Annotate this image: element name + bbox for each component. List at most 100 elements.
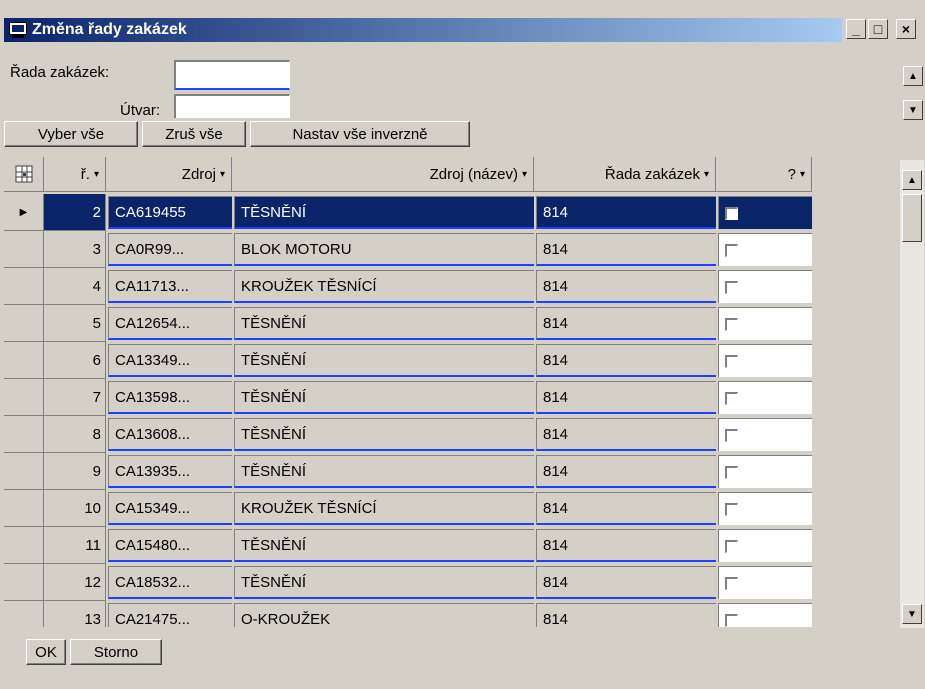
- zdroj-cell[interactable]: CA13349...: [108, 344, 232, 377]
- rada-zakazek-cell[interactable]: 814: [536, 566, 716, 599]
- maximize-button[interactable]: □: [868, 19, 888, 39]
- form-scroll-down-button[interactable]: ▼: [903, 100, 923, 120]
- select-all-button[interactable]: Vyber vše: [4, 121, 138, 147]
- rada-input[interactable]: [174, 60, 290, 90]
- rada-zakazek-cell[interactable]: 814: [536, 492, 716, 525]
- zdroj-cell[interactable]: CA13608...: [108, 418, 232, 451]
- zdroj-cell[interactable]: CA0R99...: [108, 233, 232, 266]
- row-selector[interactable]: [4, 268, 44, 305]
- table-row[interactable]: 4 CA11713... KROUŽEK TĚSNÍCÍ 814: [4, 268, 820, 305]
- flag-cell[interactable]: [718, 529, 812, 562]
- zdroj-cell[interactable]: CA15480...: [108, 529, 232, 562]
- row-checkbox[interactable]: [725, 613, 738, 627]
- zdroj-nazev-cell[interactable]: TĚSNĚNÍ: [234, 566, 534, 599]
- invert-selection-button[interactable]: Nastav vše inverzně: [250, 121, 470, 147]
- row-checkbox[interactable]: [725, 243, 738, 257]
- zdroj-nazev-cell[interactable]: KROUŽEK TĚSNÍCÍ: [234, 270, 534, 303]
- zdroj-nazev-cell[interactable]: TĚSNĚNÍ: [234, 344, 534, 377]
- column-header-zdroj-nazev[interactable]: Zdroj (název) ▾: [232, 157, 534, 192]
- zdroj-cell[interactable]: CA18532...: [108, 566, 232, 599]
- row-checkbox[interactable]: [725, 206, 738, 220]
- rada-zakazek-cell[interactable]: 814: [536, 455, 716, 488]
- minimize-button[interactable]: _: [846, 19, 866, 39]
- column-header-flag[interactable]: ? ▾: [716, 157, 812, 192]
- cancel-button[interactable]: Storno: [70, 639, 162, 665]
- flag-cell[interactable]: [718, 566, 812, 599]
- zdroj-nazev-cell[interactable]: TĚSNĚNÍ: [234, 307, 534, 340]
- form-scroll-up-button[interactable]: ▲: [903, 66, 923, 86]
- row-checkbox[interactable]: [725, 502, 738, 516]
- flag-cell[interactable]: [718, 307, 812, 340]
- rada-zakazek-cell[interactable]: 814: [536, 233, 716, 266]
- rada-zakazek-cell[interactable]: 814: [536, 603, 716, 627]
- rada-zakazek-cell[interactable]: 814: [536, 196, 716, 229]
- row-checkbox[interactable]: [725, 576, 738, 590]
- zdroj-cell[interactable]: CA13935...: [108, 455, 232, 488]
- table-row[interactable]: 5 CA12654... TĚSNĚNÍ 814: [4, 305, 820, 342]
- row-selector[interactable]: [4, 601, 44, 627]
- row-checkbox[interactable]: [725, 391, 738, 405]
- utvar-input[interactable]: [174, 94, 290, 118]
- row-selector[interactable]: [4, 231, 44, 268]
- row-selector[interactable]: [4, 342, 44, 379]
- grid-scroll-thumb[interactable]: [902, 194, 922, 242]
- zdroj-cell[interactable]: CA13598...: [108, 381, 232, 414]
- table-row[interactable]: 6 CA13349... TĚSNĚNÍ 814: [4, 342, 820, 379]
- table-row[interactable]: 12 CA18532... TĚSNĚNÍ 814: [4, 564, 820, 601]
- flag-cell[interactable]: [718, 455, 812, 488]
- row-selector[interactable]: [4, 527, 44, 564]
- grid-scroll-up-button[interactable]: ▲: [902, 170, 922, 190]
- table-row[interactable]: 3 CA0R99... BLOK MOTORU 814: [4, 231, 820, 268]
- rada-zakazek-cell[interactable]: 814: [536, 529, 716, 562]
- zdroj-nazev-cell[interactable]: BLOK MOTORU: [234, 233, 534, 266]
- zdroj-cell[interactable]: CA15349...: [108, 492, 232, 525]
- zdroj-cell[interactable]: CA12654...: [108, 307, 232, 340]
- rada-zakazek-cell[interactable]: 814: [536, 381, 716, 414]
- deselect-all-button[interactable]: Zruš vše: [142, 121, 246, 147]
- row-checkbox[interactable]: [725, 317, 738, 331]
- flag-cell[interactable]: [718, 196, 812, 229]
- table-row[interactable]: 9 CA13935... TĚSNĚNÍ 814: [4, 453, 820, 490]
- row-selector[interactable]: [4, 416, 44, 453]
- rada-zakazek-cell[interactable]: 814: [536, 344, 716, 377]
- rada-zakazek-cell[interactable]: 814: [536, 418, 716, 451]
- flag-cell[interactable]: [718, 233, 812, 266]
- row-selector[interactable]: [4, 305, 44, 342]
- flag-cell[interactable]: [718, 492, 812, 525]
- column-header-zdroj[interactable]: Zdroj ▾: [106, 157, 232, 192]
- row-checkbox[interactable]: [725, 539, 738, 553]
- close-button[interactable]: ×: [896, 19, 916, 39]
- flag-cell[interactable]: [718, 381, 812, 414]
- zdroj-nazev-cell[interactable]: TĚSNĚNÍ: [234, 418, 534, 451]
- row-selector[interactable]: [4, 379, 44, 416]
- row-selector[interactable]: [4, 490, 44, 527]
- rada-zakazek-cell[interactable]: 814: [536, 270, 716, 303]
- zdroj-nazev-cell[interactable]: TĚSNĚNÍ: [234, 381, 534, 414]
- row-checkbox[interactable]: [725, 354, 738, 368]
- row-checkbox[interactable]: [725, 465, 738, 479]
- flag-cell[interactable]: [718, 418, 812, 451]
- rada-zakazek-cell[interactable]: 814: [536, 307, 716, 340]
- table-row[interactable]: ▶ 2 CA619455 TĚSNĚNÍ 814: [4, 194, 820, 231]
- flag-cell[interactable]: [718, 603, 812, 627]
- zdroj-nazev-cell[interactable]: TĚSNĚNÍ: [234, 196, 534, 229]
- row-checkbox[interactable]: [725, 428, 738, 442]
- row-selector[interactable]: [4, 453, 44, 490]
- zdroj-nazev-cell[interactable]: TĚSNĚNÍ: [234, 529, 534, 562]
- grid-scroll-down-button[interactable]: ▼: [902, 604, 922, 624]
- zdroj-cell[interactable]: CA619455: [108, 196, 232, 229]
- flag-cell[interactable]: [718, 344, 812, 377]
- flag-cell[interactable]: [718, 270, 812, 303]
- grid-corner-icon[interactable]: [4, 157, 44, 192]
- ok-button[interactable]: OK: [26, 639, 66, 665]
- row-selector[interactable]: [4, 564, 44, 601]
- table-row[interactable]: 10 CA15349... KROUŽEK TĚSNÍCÍ 814: [4, 490, 820, 527]
- row-selector[interactable]: ▶: [4, 194, 44, 231]
- zdroj-nazev-cell[interactable]: KROUŽEK TĚSNÍCÍ: [234, 492, 534, 525]
- zdroj-cell[interactable]: CA11713...: [108, 270, 232, 303]
- column-header-rada-zakazek[interactable]: Řada zakázek ▾: [534, 157, 716, 192]
- zdroj-cell[interactable]: CA21475...: [108, 603, 232, 627]
- table-row[interactable]: 11 CA15480... TĚSNĚNÍ 814: [4, 527, 820, 564]
- zdroj-nazev-cell[interactable]: TĚSNĚNÍ: [234, 455, 534, 488]
- zdroj-nazev-cell[interactable]: O-KROUŽEK: [234, 603, 534, 627]
